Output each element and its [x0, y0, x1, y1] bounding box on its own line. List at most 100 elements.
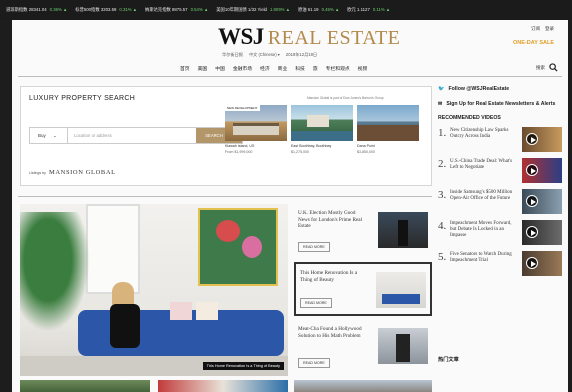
ticker-item[interactable]: 道琼斯指数 28341.04 0.36% ▲: [6, 7, 67, 13]
listing-card[interactable]: Dana Point $3,850,000: [357, 105, 419, 154]
read-more-button[interactable]: READ MORE: [298, 242, 330, 252]
story-card[interactable]: Meat-Cha Found a Hollywood Solution to H…: [294, 320, 432, 374]
nav-item-travel[interactable]: 旅: [313, 65, 318, 72]
video-number: 1.: [438, 127, 447, 139]
video-item[interactable]: 3. Inside Samsung's $500 Million Open-Ai…: [438, 189, 562, 217]
mansion-global-logo[interactable]: MANSION GLOBAL: [49, 169, 116, 176]
video-thumbnail[interactable]: [522, 127, 562, 152]
read-more-button[interactable]: READ MORE: [298, 358, 330, 368]
story-title[interactable]: This Home Renovation Is a Thing of Beaut…: [300, 270, 370, 283]
nav-item-tech[interactable]: 科技: [295, 65, 305, 72]
play-icon[interactable]: [526, 195, 538, 207]
nav-item-opinion[interactable]: 专栏和观点: [326, 65, 350, 72]
buy-label: Buy: [38, 133, 46, 138]
ticker-change: 0.11% ▲: [373, 7, 390, 12]
ticker-value: 28341.04: [28, 7, 47, 12]
story-card-highlighted[interactable]: This Home Renovation Is a Thing of Beaut…: [294, 262, 432, 316]
read-more-button[interactable]: READ MORE: [300, 298, 332, 308]
bottom-story-thumbnail[interactable]: [294, 380, 432, 392]
story-thumbnail[interactable]: [378, 212, 428, 248]
nav-item-economy[interactable]: 经济: [260, 65, 270, 72]
location-input[interactable]: Location or address: [74, 133, 112, 138]
buy-select[interactable]: Buy ⌄: [30, 128, 68, 143]
ticker-item[interactable]: 欧元 1.1127 0.11% ▲: [347, 7, 390, 13]
mail-icon: ✉: [438, 100, 443, 107]
nav-item-china[interactable]: 中国: [215, 65, 225, 72]
video-thumbnail[interactable]: [522, 251, 562, 276]
video-title[interactable]: New Citizenship Law Sparks Outcry Across…: [450, 128, 516, 140]
story-title[interactable]: U.K. Election Mostly Good News for Londo…: [298, 210, 368, 230]
ticker-item[interactable]: 标普500指数 3203.59 0.31% ▲: [75, 7, 137, 13]
play-icon[interactable]: [526, 257, 538, 269]
video-item[interactable]: 2. U.S.-China Trade Deal: What's Left to…: [438, 158, 562, 186]
follow-link[interactable]: 🐦 Follow @WSJRealEstate: [438, 86, 562, 93]
play-icon[interactable]: [526, 133, 538, 145]
bottom-story-thumbnail[interactable]: [20, 380, 150, 392]
luxury-note: Mansion Global is part of Dow Jones's Ba…: [307, 96, 384, 100]
video-thumbnail[interactable]: [522, 158, 562, 183]
twitter-icon: 🐦: [438, 86, 445, 92]
main-nav: 首页 美国 中国 金融市场 经济 商业 科技 旅 专栏和观点 视频: [180, 65, 367, 72]
ticker-change: 1.909% ▲: [270, 7, 290, 12]
ticker-item[interactable]: 原油 61.19 0.45% ▲: [298, 7, 339, 13]
subscribe-link[interactable]: 订阅: [531, 26, 540, 32]
play-icon[interactable]: [526, 164, 538, 176]
video-item[interactable]: 4. Impeachment Moves Forward, but Debate…: [438, 220, 562, 248]
nav-item-video[interactable]: 视频: [358, 65, 368, 72]
video-title[interactable]: Inside Samsung's $500 Million Open-Air O…: [450, 190, 516, 202]
promo-link[interactable]: ONE-DAY SALE: [513, 40, 554, 46]
listing-location: Kiawah Island, US: [225, 144, 255, 148]
video-thumbnail[interactable]: [522, 189, 562, 214]
story-title[interactable]: Meat-Cha Found a Hollywood Solution to H…: [298, 326, 368, 339]
video-item[interactable]: 1. New Citizenship Law Sparks Outcry Acr…: [438, 127, 562, 155]
listing-price: $3,850,000: [357, 150, 375, 154]
listing-card[interactable]: East Boothbay, Boothbay $1,275,000: [291, 105, 353, 154]
story-thumbnail[interactable]: [378, 328, 428, 364]
video-title[interactable]: U.S.-China Trade Deal: What's Left to Ne…: [450, 159, 516, 171]
hero-image[interactable]: This Home Renovation Is a Thing of Beaut…: [20, 204, 288, 376]
nav-item-markets[interactable]: 金融市场: [233, 65, 252, 72]
login-link[interactable]: 登录: [545, 26, 554, 32]
search-icon: [549, 63, 558, 72]
side-stories: U.K. Election Mostly Good News for Londo…: [294, 204, 432, 376]
up-arrow-icon: ▲: [334, 7, 340, 12]
date: 2019年12月19日: [285, 52, 318, 57]
site-logo[interactable]: WSJ REAL ESTATE: [218, 24, 400, 50]
hero-caption[interactable]: This Home Renovation Is a Thing of Beaut…: [202, 362, 284, 370]
up-arrow-icon: ▲: [63, 7, 68, 12]
page: WSJ REAL ESTATE 华尔街日报 中文 (Chinese) ▾ 201…: [12, 20, 568, 392]
ticker-change-value: 0.31%: [119, 7, 132, 12]
play-icon[interactable]: [526, 226, 538, 238]
language-select[interactable]: 中文 (Chinese) ▾: [249, 52, 280, 58]
video-thumbnail[interactable]: [522, 220, 562, 245]
ticker-change: 0.36% ▲: [50, 7, 68, 12]
listing-card[interactable]: NEW DEVELOPMENT Kiawah Island, US From $…: [225, 105, 287, 154]
ticker-value: 61.19: [307, 7, 319, 12]
video-item[interactable]: 5. Five Senators to Watch During Impeach…: [438, 251, 562, 279]
nav-item-business[interactable]: 商业: [278, 65, 288, 72]
listing-location: Dana Point: [357, 144, 375, 148]
video-title[interactable]: Impeachment Moves Forward, but Debate Is…: [450, 221, 516, 239]
account-links: 订阅 登录: [531, 26, 554, 32]
ticker-value: 1/32 Yield: [248, 7, 267, 12]
edition-bar: 华尔街日报 中文 (Chinese) ▾ 2019年12月19日: [222, 52, 317, 58]
header-search[interactable]: 搜索: [536, 63, 558, 72]
ticker-change-value: 0.45%: [321, 7, 334, 12]
ticker-item[interactable]: 美国10年期国债 1/32 Yield 1.909% ▲: [216, 7, 290, 13]
ticker-change-value: 0.36%: [49, 7, 62, 12]
ticker-item[interactable]: 纳斯达克指数 8875.57 0.54% ▲: [145, 7, 208, 13]
chevron-down-icon: ⌄: [53, 133, 57, 138]
nav-item-us[interactable]: 美国: [198, 65, 208, 72]
newsletter-label: Sign Up for Real Estate Newsletters & Al…: [446, 100, 556, 107]
video-title[interactable]: Five Senators to Watch During Impeachmen…: [450, 252, 516, 264]
nav-item-home[interactable]: 首页: [180, 65, 190, 72]
ticker-value: 1.1127: [357, 7, 370, 12]
masthead: WSJ REAL ESTATE 华尔街日报 中文 (Chinese) ▾ 201…: [12, 20, 568, 78]
right-sidebar: 🐦 Follow @WSJRealEstate ✉ Sign Up for Re…: [438, 86, 562, 282]
video-number: 2.: [438, 158, 447, 170]
ticker-name: 欧元: [347, 7, 356, 12]
bottom-story-thumbnail[interactable]: [158, 380, 288, 392]
story-thumbnail[interactable]: [376, 272, 426, 308]
newsletter-link[interactable]: ✉ Sign Up for Real Estate Newsletters & …: [438, 101, 562, 108]
story-card[interactable]: U.K. Election Mostly Good News for Londo…: [294, 204, 432, 258]
